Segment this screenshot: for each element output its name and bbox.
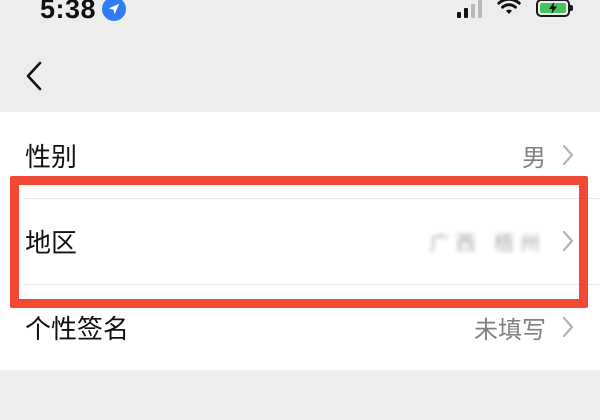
- region-label: 地区: [25, 228, 78, 259]
- chevron-right-icon: [562, 230, 574, 252]
- gender-value: 男: [522, 143, 546, 172]
- gender-label: 性别: [25, 142, 78, 173]
- chevron-right-icon: [562, 316, 574, 338]
- location-arrow-icon: [102, 0, 127, 21]
- settings-row-region[interactable]: 地区 广西 梧州: [0, 198, 600, 284]
- back-button[interactable]: [18, 60, 50, 92]
- settings-row-signature[interactable]: 个性签名 未填写: [0, 284, 600, 370]
- signature-label: 个性签名: [25, 314, 130, 345]
- settings-list: 性别 男 地区 广西 梧州 个性签名 未填写: [0, 112, 600, 370]
- cellular-signal-icon: [457, 0, 482, 18]
- battery-charging-icon: [536, 0, 573, 17]
- signature-value: 未填写: [474, 315, 546, 344]
- status-bar: 5:38: [0, 0, 600, 26]
- status-time: 5:38: [40, 0, 97, 24]
- settings-row-gender[interactable]: 性别 男: [0, 112, 600, 198]
- status-time-group: 5:38: [40, 0, 127, 24]
- nav-bar: [0, 40, 600, 112]
- chevron-left-icon: [26, 61, 42, 91]
- status-icons: [457, 0, 573, 20]
- wifi-icon: [496, 0, 522, 20]
- region-value: 广西 梧州: [429, 230, 546, 255]
- chevron-right-icon: [562, 144, 574, 166]
